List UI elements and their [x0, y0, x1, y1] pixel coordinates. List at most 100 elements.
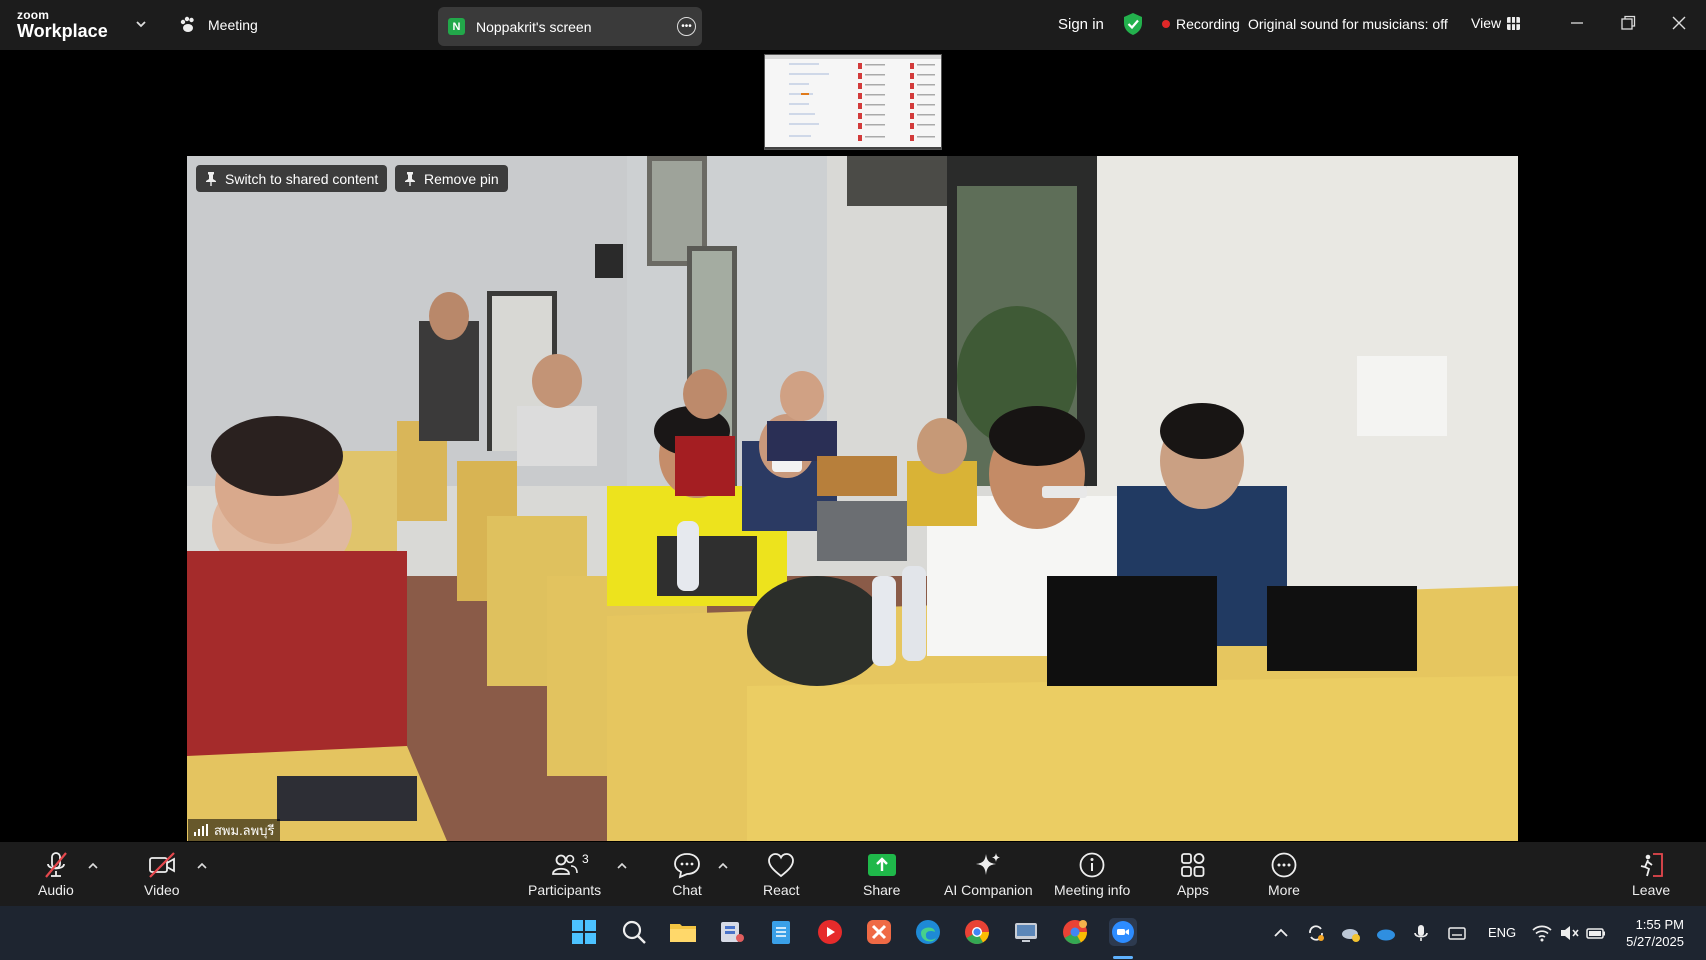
info-icon: [1079, 852, 1105, 878]
sharer-name: Noppakrit's screen: [476, 18, 592, 35]
pin-icon: [405, 171, 415, 186]
windows-start-icon[interactable]: [569, 917, 599, 947]
chat-icon: [674, 853, 700, 879]
top-bar: zoom Workplace Meeting N Noppakrit's scr…: [0, 0, 1706, 50]
system-clock[interactable]: 1:55 PM 5/27/2025: [1618, 916, 1684, 950]
recording-label: Recording: [1176, 16, 1240, 32]
chat-options-chevron-icon[interactable]: [717, 860, 729, 872]
meeting-toolbar: Audio Video Participants 3 Chat React Sh…: [0, 842, 1706, 906]
paw-icon: [180, 16, 194, 32]
sparkle-icon: [976, 853, 1001, 875]
shared-screen-preview: [765, 55, 941, 149]
onedrive-cloud-icon[interactable]: [1375, 922, 1397, 944]
participants-button[interactable]: Participants: [528, 842, 601, 906]
chat-label: Chat: [672, 882, 702, 898]
participants-icon: [551, 854, 578, 875]
meeting-info-label: Meeting info: [1054, 882, 1131, 898]
file-explorer-icon[interactable]: [668, 917, 698, 947]
video-options-chevron-icon[interactable]: [196, 860, 208, 872]
meeting-label: Meeting: [208, 17, 258, 33]
keyboard-layout-icon[interactable]: [1446, 922, 1468, 944]
notepad-icon[interactable]: [766, 917, 796, 947]
audio-options-chevron-icon[interactable]: [87, 860, 99, 872]
view-label: View: [1471, 15, 1502, 31]
remove-pin-label: Remove pin: [424, 170, 499, 187]
ai-companion-label: AI Companion: [944, 882, 1033, 898]
active-app-indicator: [1113, 956, 1133, 959]
sync-icon[interactable]: [1305, 922, 1327, 944]
restore-icon[interactable]: [1618, 13, 1638, 33]
wifi-icon[interactable]: [1531, 922, 1553, 944]
switch-to-shared-content-button[interactable]: Switch to shared content: [196, 165, 388, 192]
leave-label: Leave: [1632, 882, 1671, 898]
edge-browser-icon[interactable]: [913, 917, 943, 947]
chat-button[interactable]: Chat: [672, 842, 702, 906]
participants-options-chevron-icon[interactable]: [616, 860, 628, 872]
brand-large: Workplace: [17, 21, 108, 41]
share-options-icon[interactable]: •••: [677, 17, 696, 36]
close-icon[interactable]: [1669, 13, 1689, 33]
search-icon[interactable]: [619, 917, 649, 947]
battery-icon[interactable]: [1585, 922, 1607, 944]
react-button[interactable]: React: [763, 842, 800, 906]
office-app-icon[interactable]: [864, 917, 894, 947]
shared-screen-thumbnail[interactable]: [764, 54, 942, 150]
audio-button[interactable]: Audio: [38, 842, 74, 906]
windows-taskbar: ENG 1:55 PM 5/27/2025: [0, 906, 1706, 960]
participant-video[interactable]: [187, 156, 1518, 841]
security-shield-icon[interactable]: [1122, 12, 1144, 36]
chrome-profile-icon[interactable]: [1060, 917, 1090, 947]
switch-to-shared-content-label: Switch to shared content: [225, 170, 379, 187]
meeting-menu[interactable]: Meeting: [178, 15, 258, 35]
brand-small: zoom: [17, 8, 50, 22]
more-button[interactable]: More: [1268, 842, 1300, 906]
camera-off-icon: [148, 852, 175, 878]
participant-count: 3: [582, 852, 589, 866]
participant-name: สพม.ลพบุรี: [214, 822, 275, 838]
volume-muted-icon[interactable]: [1558, 922, 1580, 944]
audio-label: Audio: [38, 882, 74, 898]
screen-share-indicator[interactable]: N Noppakrit's screen •••: [438, 7, 702, 46]
microphone-tray-icon[interactable]: [1410, 922, 1432, 944]
onedrive-warning-icon[interactable]: [1340, 922, 1362, 944]
recording-indicator[interactable]: Recording: [1162, 16, 1240, 32]
heart-icon: [768, 853, 795, 878]
clock-date: 5/27/2025: [1626, 934, 1684, 949]
more-options-icon: [1271, 852, 1297, 878]
leave-door-icon: [1640, 853, 1663, 877]
sharer-avatar: N: [448, 18, 465, 35]
view-menu[interactable]: View: [1471, 15, 1521, 31]
share-button[interactable]: Share: [863, 842, 900, 906]
remove-pin-button[interactable]: Remove pin: [395, 165, 508, 192]
pin-icon: [206, 171, 216, 186]
original-sound-status[interactable]: Original sound for musicians: off: [1248, 16, 1448, 32]
chevron-down-icon[interactable]: [134, 17, 148, 31]
ai-companion-button[interactable]: AI Companion: [944, 842, 1033, 906]
remote-desktop-icon[interactable]: [1011, 917, 1041, 947]
video-label: Video: [144, 882, 180, 898]
clock-time: 1:55 PM: [1635, 917, 1684, 932]
classroom-video-frame: [187, 156, 1518, 841]
apps-label: Apps: [1177, 882, 1209, 898]
recording-dot-icon: [1162, 20, 1170, 28]
input-language[interactable]: ENG: [1488, 925, 1516, 940]
video-button[interactable]: Video: [144, 842, 180, 906]
participants-label: Participants: [528, 882, 602, 898]
zoom-workplace-logo: zoom Workplace: [17, 9, 108, 40]
react-label: React: [763, 882, 800, 898]
meeting-info-button[interactable]: Meeting info: [1054, 842, 1130, 906]
minimize-icon[interactable]: [1567, 13, 1587, 33]
more-label: More: [1268, 882, 1300, 898]
apps-icon: [1181, 853, 1205, 877]
chevron-up-icon[interactable]: [1270, 922, 1292, 944]
sign-in-link[interactable]: Sign in: [1058, 16, 1104, 33]
share-screen-icon: [867, 854, 896, 876]
leave-button[interactable]: Leave: [1632, 842, 1670, 906]
microphone-muted-icon: [45, 852, 67, 878]
apps-button[interactable]: Apps: [1177, 842, 1209, 906]
chrome-icon[interactable]: [962, 917, 992, 947]
youtube-icon[interactable]: [815, 917, 845, 947]
share-label: Share: [863, 882, 901, 898]
snipping-tool-icon[interactable]: [717, 917, 747, 947]
zoom-app-icon[interactable]: [1108, 917, 1138, 947]
